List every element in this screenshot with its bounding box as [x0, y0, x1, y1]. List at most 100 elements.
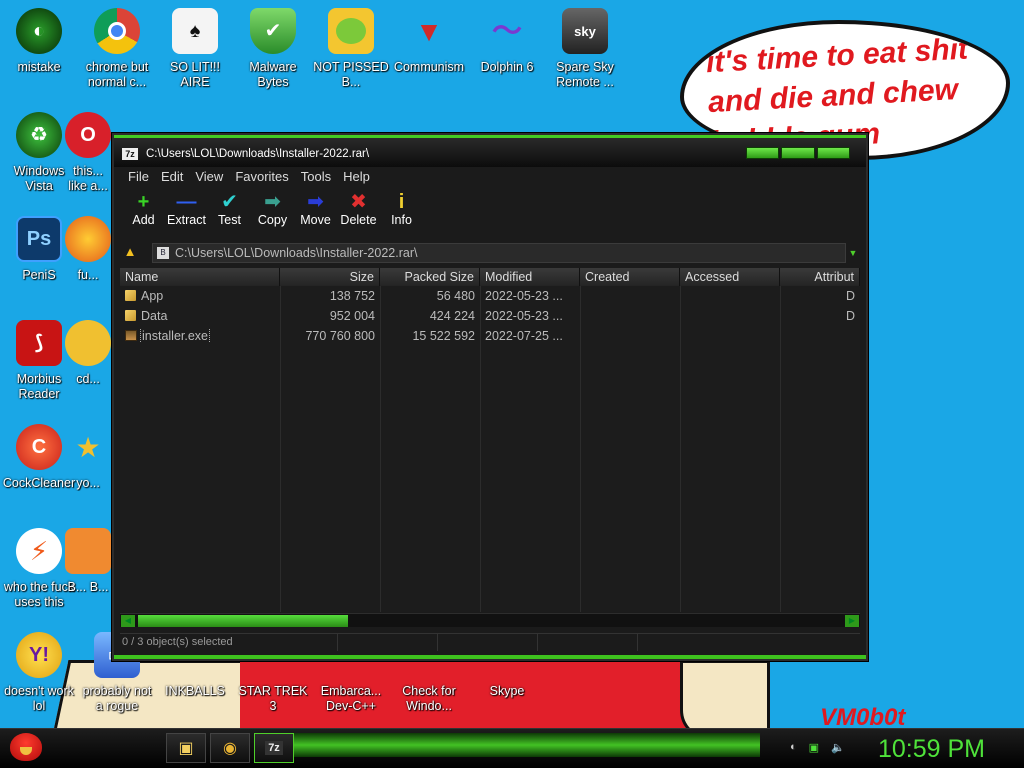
info-button[interactable]: i Info — [380, 191, 423, 237]
folder-icon — [125, 290, 136, 301]
window-title: C:\Users\LOL\Downloads\Installer-2022.ra… — [146, 148, 370, 160]
desktop-icon-mistake[interactable]: ◐ mistake — [0, 8, 78, 75]
move-arrow-icon: ➡ — [307, 191, 324, 213]
file-list-body: App 138 752 56 480 2022-05-23 ... D Data… — [120, 286, 860, 612]
desktop-icon-not-pissed[interactable]: NOT PISSED B... — [312, 8, 390, 90]
menu-favorites[interactable]: Favorites — [229, 167, 294, 187]
scrollbar-thumb[interactable] — [138, 615, 348, 627]
opera-icon: O — [65, 112, 111, 158]
firefox-icon — [65, 216, 111, 262]
recycle-icon: ♻ — [16, 112, 62, 158]
desktop-icon-chrome[interactable]: chrome but normal c... — [78, 8, 156, 90]
system-tray: ◐ ▣ 🔈 — [790, 741, 845, 754]
delete-button[interactable]: ✖ Delete — [337, 191, 380, 237]
network-icon[interactable]: ▣ — [809, 741, 819, 754]
desktop-icon-sky-remote[interactable]: sky Spare Sky Remote ... — [546, 8, 624, 90]
desktop-icon-communism[interactable]: ▼ Communism — [390, 8, 468, 75]
volume-icon[interactable]: 🔈 — [831, 741, 845, 754]
delete-x-icon: ✖ — [350, 191, 367, 213]
taskbar-clock[interactable]: 10:59 PM — [878, 735, 985, 764]
archive-window[interactable]: 7z C:\Users\LOL\Downloads\Installer-2022… — [112, 133, 868, 661]
7zip-app-icon: 7z — [122, 148, 138, 160]
folder-icon — [125, 310, 136, 321]
extract-button[interactable]: — Extract — [165, 191, 208, 237]
add-button[interactable]: + Add — [122, 191, 165, 237]
column-header-attributes[interactable]: Attribut — [780, 268, 860, 286]
desktop-icon-fu[interactable]: fu... — [64, 216, 112, 283]
address-bar: ▲ B C:\Users\LOL\Downloads\Installer-202… — [120, 243, 860, 263]
file-list-header: Name Size Packed Size Modified Created A… — [120, 268, 860, 286]
plus-icon: + — [137, 191, 150, 213]
column-header-modified[interactable]: Modified — [480, 268, 580, 286]
app-icon — [65, 528, 111, 574]
column-header-size[interactable]: Size — [280, 268, 380, 286]
photoshop-icon: Ps — [16, 216, 62, 262]
desktop-icon-b[interactable]: B... B... — [64, 528, 112, 595]
chevron-down-icon[interactable]: ▼ — [846, 248, 860, 258]
start-button[interactable] — [6, 727, 46, 767]
desktop-icon-this[interactable]: O this... like a... — [64, 112, 112, 194]
minimize-button[interactable] — [746, 147, 780, 159]
menu-bar: File Edit View Favorites Tools Help — [122, 167, 858, 187]
taskbar-explorer-button[interactable]: ▣ — [166, 733, 206, 763]
maximize-button[interactable] — [781, 147, 815, 159]
window-controls — [746, 147, 850, 159]
taskbar-7zip-button[interactable]: 7z — [254, 733, 294, 763]
folder-up-icon[interactable]: ▲ — [120, 244, 140, 262]
menu-file[interactable]: File — [122, 167, 155, 187]
desktop-icon-malware-bytes[interactable]: ✔ Malware Bytes — [234, 8, 312, 90]
dolphin-icon: 〜 — [492, 14, 522, 48]
lightning-icon: ⚡ — [16, 528, 62, 574]
desktop-icon-so-lit[interactable]: ♠ SO LIT!!! AIRE — [156, 8, 234, 90]
angry-bird-icon — [10, 733, 42, 761]
status-bar: 0 / 3 object(s) selected — [120, 633, 860, 651]
green-pig-icon — [328, 8, 374, 54]
column-header-accessed[interactable]: Accessed — [680, 268, 780, 286]
copy-arrow-icon: ➡ — [264, 191, 281, 213]
minus-icon: — — [176, 191, 197, 213]
taskbar-glow — [290, 733, 760, 757]
close-button[interactable] — [816, 147, 850, 159]
table-row[interactable]: App 138 752 56 480 2022-05-23 ... D — [120, 286, 860, 306]
menu-tools[interactable]: Tools — [295, 167, 337, 187]
status-selection: 0 / 3 object(s) selected — [120, 634, 338, 651]
address-path: C:\Users\LOL\Downloads\Installer-2022.ra… — [175, 246, 418, 260]
column-header-created[interactable]: Created — [580, 268, 680, 286]
table-row[interactable]: Data 952 004 424 224 2022-05-23 ... D — [120, 306, 860, 326]
smiley-icon: Y! — [16, 632, 62, 678]
desktop-icon-yo[interactable]: ★ yo... — [64, 424, 112, 491]
check-icon: ✔ — [221, 191, 238, 213]
chrome-icon: ◉ — [223, 740, 237, 757]
horizontal-scrollbar[interactable]: ◀ ▶ — [120, 613, 860, 627]
copy-button[interactable]: ➡ Copy — [251, 191, 294, 237]
column-header-name[interactable]: Name — [120, 268, 280, 286]
taskbar: ▣ ◉ 7z ◐ ▣ 🔈 10:59 PM — [0, 728, 1024, 768]
executable-icon — [125, 330, 137, 341]
test-button[interactable]: ✔ Test — [208, 191, 251, 237]
address-input[interactable]: B C:\Users\LOL\Downloads\Installer-2022.… — [152, 243, 846, 263]
menu-help[interactable]: Help — [337, 167, 376, 187]
desktop-icon-cd[interactable]: cd... — [64, 320, 112, 387]
tray-arrow-icon[interactable]: ◐ — [790, 741, 797, 754]
menu-view[interactable]: View — [189, 167, 229, 187]
disc-icon — [65, 320, 111, 366]
shield-icon: ✔ — [250, 8, 296, 54]
info-icon: i — [398, 191, 405, 213]
column-header-packed-size[interactable]: Packed Size — [380, 268, 480, 286]
window-titlebar[interactable]: 7z C:\Users\LOL\Downloads\Installer-2022… — [114, 135, 866, 167]
file-list[interactable]: Name Size Packed Size Modified Created A… — [120, 268, 860, 612]
desktop-icon-dolphin[interactable]: 〜 Dolphin 6 — [468, 8, 546, 75]
broom-icon: C — [16, 424, 62, 470]
pdf-icon: ⟆ — [16, 320, 62, 366]
mistake-icon: ◐ — [16, 8, 62, 54]
table-row[interactable]: installer.exe 770 760 800 15 522 592 202… — [120, 326, 860, 346]
taskbar-chrome-button[interactable]: ◉ — [210, 733, 250, 763]
star-icon: ★ — [75, 431, 101, 463]
7zip-icon: 7z — [265, 741, 283, 755]
menu-edit[interactable]: Edit — [155, 167, 189, 187]
archive-icon: B — [157, 247, 169, 259]
desktop-icon-yahoo[interactable]: Y! doesn't work lol — [0, 632, 78, 714]
scroll-left-icon[interactable]: ◀ — [121, 615, 135, 627]
move-button[interactable]: ➡ Move — [294, 191, 337, 237]
scroll-right-icon[interactable]: ▶ — [845, 615, 859, 627]
